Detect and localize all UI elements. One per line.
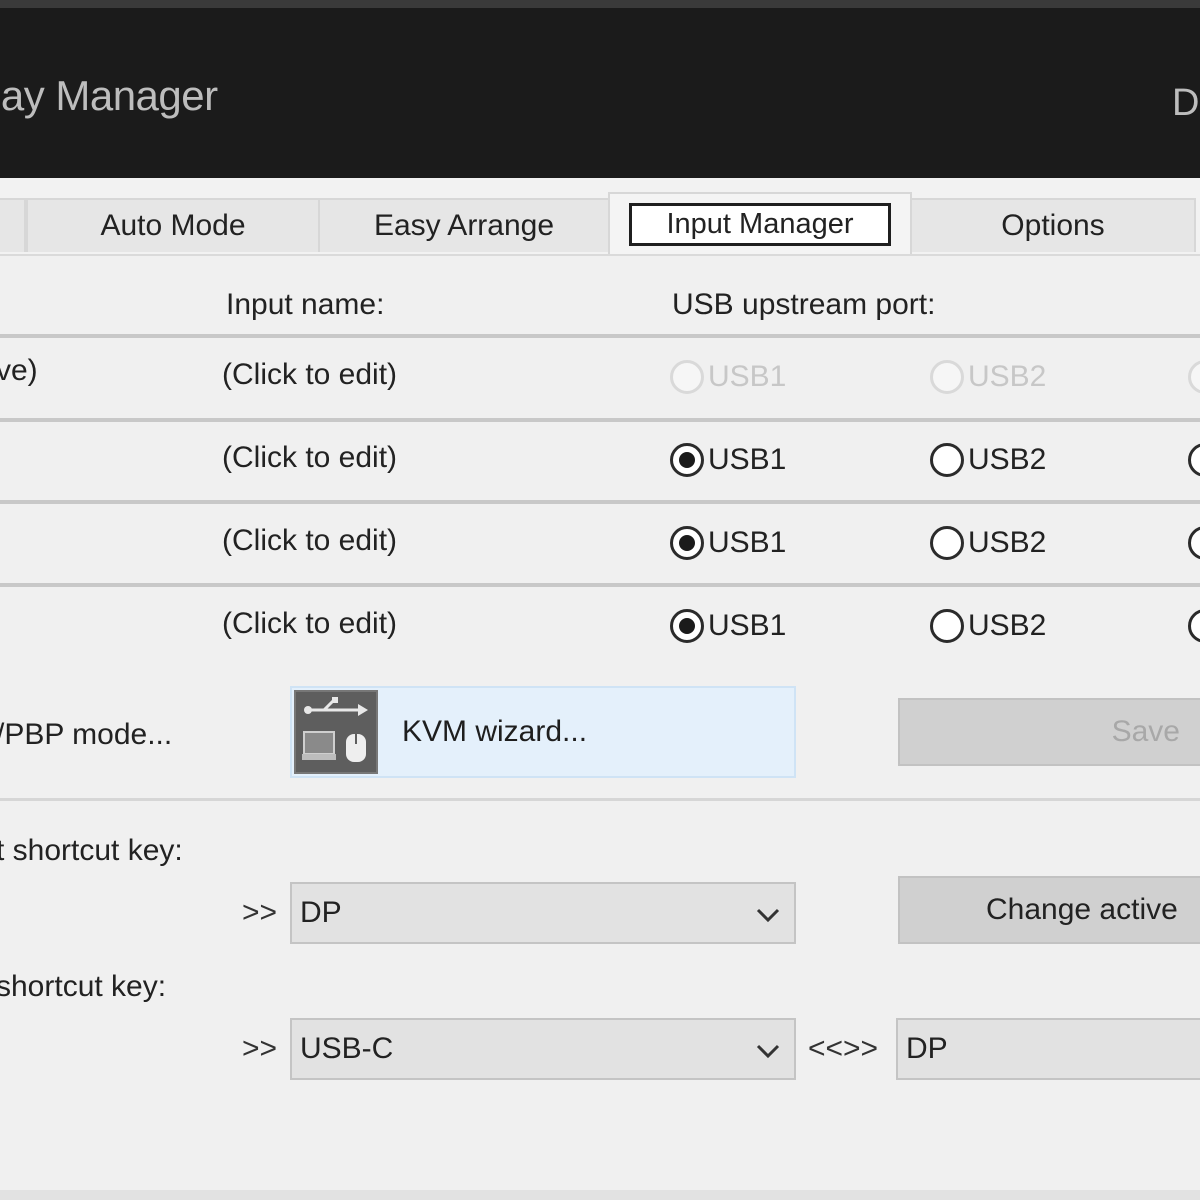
tab-bar: Auto Mode Easy Arrange Input Manager Opt… bbox=[0, 178, 1200, 256]
change-active-label: Change active bbox=[986, 893, 1178, 926]
shortcut-target-select[interactable]: DP bbox=[896, 1018, 1200, 1080]
row-input-label: ve) bbox=[0, 354, 38, 387]
radio-usb1[interactable]: USB1 bbox=[670, 443, 786, 477]
radio-circle-icon bbox=[930, 360, 964, 394]
radio-label: USB1 bbox=[708, 609, 787, 642]
radio-usb3-partial[interactable] bbox=[1188, 443, 1200, 477]
radio-circle-icon bbox=[930, 443, 964, 477]
shortcut-key-label-2: shortcut key: bbox=[0, 970, 167, 1003]
kvm-wizard-label: KVM wizard... bbox=[402, 715, 588, 748]
radio-circle-icon bbox=[930, 526, 964, 560]
header-usb-upstream-port: USB upstream port: bbox=[672, 288, 936, 321]
title-bar: lay Manager D bbox=[0, 8, 1200, 178]
change-active-button[interactable]: Change active bbox=[898, 876, 1200, 944]
radio-usb2: USB2 bbox=[930, 360, 1046, 394]
radio-selected-icon bbox=[670, 443, 704, 477]
input-name-edit[interactable]: (Click to edit) bbox=[222, 358, 397, 392]
tab-easy-arrange[interactable]: Easy Arrange bbox=[318, 198, 610, 252]
shortcut-source-select[interactable]: USB-C bbox=[290, 1018, 796, 1080]
radio-circle-icon bbox=[1188, 526, 1200, 560]
tab-label: Input Manager bbox=[629, 202, 891, 246]
app-title: lay Manager bbox=[0, 72, 218, 119]
radio-circle-icon bbox=[1188, 443, 1200, 477]
swap-arrows: <<>> bbox=[808, 1032, 879, 1065]
radio-usb1[interactable]: USB1 bbox=[670, 526, 786, 560]
tab-options[interactable]: Options bbox=[910, 198, 1196, 252]
row-divider bbox=[0, 334, 1200, 338]
save-button[interactable]: Save bbox=[898, 698, 1200, 766]
chevron-down-icon bbox=[756, 1044, 780, 1059]
row-divider bbox=[0, 583, 1200, 587]
radio-selected-icon bbox=[670, 609, 704, 643]
save-label: Save bbox=[1111, 715, 1180, 748]
radio-label: USB2 bbox=[968, 609, 1047, 642]
header-input-name: Input name: bbox=[226, 288, 385, 321]
select-value: USB-C bbox=[300, 1032, 394, 1065]
radio-selected-icon bbox=[670, 526, 704, 560]
arrows-next-2: >> bbox=[242, 1032, 278, 1065]
input-name-edit[interactable]: (Click to edit) bbox=[222, 441, 397, 475]
arrows-next: >> bbox=[242, 896, 278, 929]
tab-auto-mode[interactable]: Auto Mode bbox=[26, 198, 320, 252]
chevron-down-icon bbox=[756, 908, 780, 923]
radio-label: USB2 bbox=[968, 526, 1047, 559]
radio-usb3-partial[interactable] bbox=[1188, 609, 1200, 643]
radio-label: USB2 bbox=[968, 443, 1047, 476]
input-name-edit[interactable]: (Click to edit) bbox=[222, 607, 397, 641]
radio-usb1[interactable]: USB1 bbox=[670, 609, 786, 643]
shortcut-input-select[interactable]: DP bbox=[290, 882, 796, 944]
radio-usb2[interactable]: USB2 bbox=[930, 443, 1046, 477]
radio-circle-icon bbox=[670, 360, 704, 394]
row-divider bbox=[0, 500, 1200, 504]
radio-circle-icon bbox=[930, 609, 964, 643]
tab-label: Auto Mode bbox=[100, 209, 246, 242]
radio-usb3-partial[interactable] bbox=[1188, 526, 1200, 560]
pbp-mode-button[interactable]: /PBP mode... bbox=[0, 718, 172, 752]
kvm-wizard-button[interactable]: KVM wizard... bbox=[290, 686, 796, 778]
radio-usb2[interactable]: USB2 bbox=[930, 609, 1046, 643]
radio-usb3-partial bbox=[1188, 360, 1200, 394]
title-right-fragment: D bbox=[1172, 82, 1200, 124]
select-value: DP bbox=[906, 1032, 948, 1065]
shortcut-key-label: t shortcut key: bbox=[0, 834, 183, 867]
select-value: DP bbox=[300, 896, 342, 929]
tab-label: Options bbox=[1001, 209, 1105, 242]
window-top-edge bbox=[0, 0, 1200, 8]
radio-circle-icon bbox=[1188, 360, 1200, 394]
radio-label: USB1 bbox=[708, 526, 787, 559]
input-name-edit[interactable]: (Click to edit) bbox=[222, 524, 397, 558]
tab-label: Easy Arrange bbox=[373, 209, 555, 242]
radio-label: USB1 bbox=[708, 443, 787, 476]
radio-usb2[interactable]: USB2 bbox=[930, 526, 1046, 560]
radio-circle-icon bbox=[1188, 609, 1200, 643]
tab-input-manager[interactable]: Input Manager bbox=[608, 192, 912, 254]
row-divider bbox=[0, 418, 1200, 422]
radio-label: USB1 bbox=[708, 360, 787, 393]
section-separator bbox=[0, 798, 1200, 801]
radio-label: USB2 bbox=[968, 360, 1047, 393]
tab-offscreen[interactable] bbox=[0, 198, 26, 252]
radio-usb1: USB1 bbox=[670, 360, 786, 394]
window-bottom-edge bbox=[0, 1190, 1200, 1200]
usb-kvm-icon bbox=[294, 690, 378, 774]
